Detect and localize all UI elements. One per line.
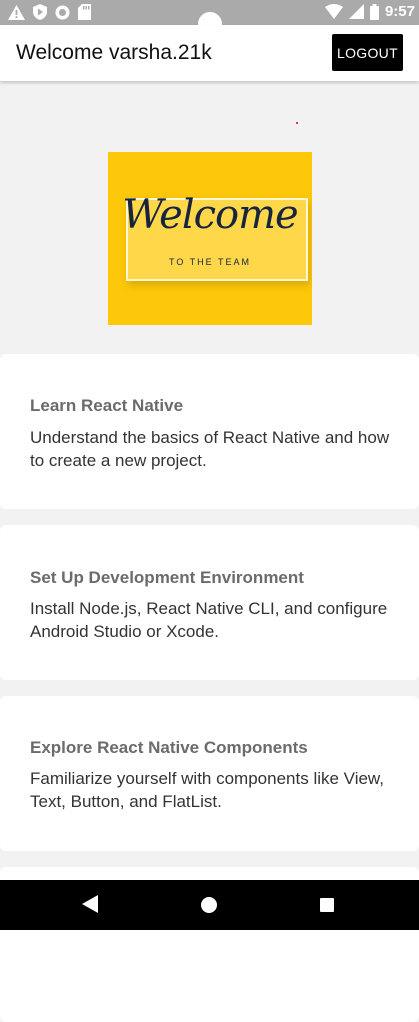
status-right-icons: 9:57 [324, 3, 415, 20]
card-explore-components[interactable]: Explore React Native Components Familiar… [0, 696, 419, 851]
sd-card-icon [78, 4, 91, 20]
logout-button[interactable]: LOGOUT [332, 34, 403, 71]
stray-dot [296, 122, 298, 124]
app-header: Welcome varsha.21k LOGOUT [0, 25, 419, 81]
wifi-icon [324, 4, 343, 19]
card-setup-environment[interactable]: Set Up Development Environment Install N… [0, 525, 419, 680]
recent-apps-icon[interactable] [320, 898, 334, 912]
shield-icon [33, 4, 47, 20]
card-description: Install Node.js, React Native CLI, and c… [30, 599, 388, 641]
status-time: 9:57 [384, 3, 415, 20]
warning-icon [8, 4, 25, 20]
card-description: Familiarize yourself with components lik… [30, 769, 384, 811]
signal-icon [348, 4, 364, 19]
welcome-image: Welcome TO THE TEAM [108, 152, 312, 325]
card-learn-react-native[interactable]: Learn React Native Understand the basics… [0, 354, 419, 509]
navigation-bar [0, 880, 419, 930]
back-icon[interactable] [82, 895, 98, 913]
welcome-script-text: Welcome [122, 192, 298, 238]
card-title: Explore React Native Components [30, 738, 308, 757]
card-title: Learn React Native [30, 396, 184, 415]
card-description: Understand the basics of React Native an… [30, 428, 390, 470]
status-left-icons [8, 4, 91, 20]
card-title: Set Up Development Environment [30, 568, 304, 587]
page-title: Welcome varsha.21k [16, 41, 212, 64]
battery-icon [369, 3, 379, 20]
welcome-sub-text: TO THE TEAM [168, 257, 251, 267]
home-icon[interactable] [201, 897, 217, 913]
record-icon [55, 5, 70, 19]
